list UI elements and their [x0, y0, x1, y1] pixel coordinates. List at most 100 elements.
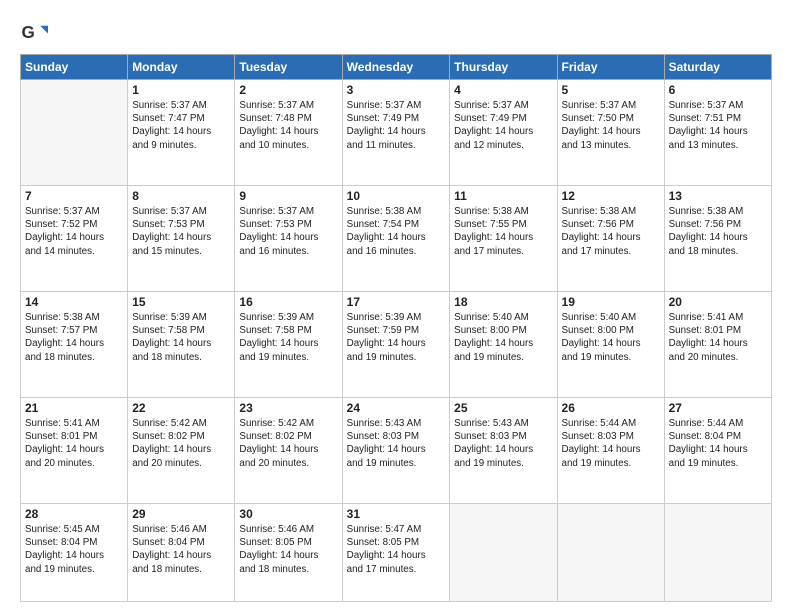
- day-number: 17: [347, 295, 446, 309]
- calendar-cell: 10 Sunrise: 5:38 AMSunset: 7:54 PMDayligh…: [342, 185, 450, 291]
- calendar-cell: 18 Sunrise: 5:40 AMSunset: 8:00 PMDayligh…: [450, 291, 557, 397]
- cell-info: Sunrise: 5:37 AMSunset: 7:49 PMDaylight:…: [454, 99, 552, 152]
- day-number: 5: [562, 83, 660, 97]
- day-number: 18: [454, 295, 552, 309]
- calendar-week-row: 7Sunrise: 5:37 AMSunset: 7:52 PMDaylight…: [21, 185, 772, 291]
- calendar-cell: 11 Sunrise: 5:38 AMSunset: 7:55 PMDayligh…: [450, 185, 557, 291]
- calendar-cell: 2Sunrise: 5:37 AMSunset: 7:48 PMDaylight…: [235, 80, 342, 186]
- day-number: 16: [239, 295, 337, 309]
- day-number: 27: [669, 401, 767, 415]
- logo: G: [20, 18, 52, 46]
- day-header-wednesday: Wednesday: [342, 55, 450, 80]
- calendar-cell: 12 Sunrise: 5:38 AMSunset: 7:56 PMDayligh…: [557, 185, 664, 291]
- day-header-thursday: Thursday: [450, 55, 557, 80]
- day-number: 20: [669, 295, 767, 309]
- cell-info: Sunrise: 5:37 AMSunset: 7:50 PMDaylight:…: [562, 99, 660, 152]
- cell-info: Sunrise: 5:43 AMSunset: 8:03 PMDaylight:…: [454, 417, 552, 470]
- day-number: 14: [25, 295, 123, 309]
- day-number: 9: [239, 189, 337, 203]
- day-header-sunday: Sunday: [21, 55, 128, 80]
- calendar-header-row: SundayMondayTuesdayWednesdayThursdayFrid…: [21, 55, 772, 80]
- cell-info: Sunrise: 5:37 AMSunset: 7:49 PMDaylight:…: [347, 99, 446, 152]
- cell-info: Sunrise: 5:42 AMSunset: 8:02 PMDaylight:…: [239, 417, 337, 470]
- day-number: 6: [669, 83, 767, 97]
- calendar-cell: 3 Sunrise: 5:37 AMSunset: 7:49 PMDaylight…: [342, 80, 450, 186]
- day-number: 4: [454, 83, 552, 97]
- cell-info: Sunrise: 5:44 AMSunset: 8:04 PMDaylight:…: [669, 417, 767, 470]
- cell-info: Sunrise: 5:37 AMSunset: 7:48 PMDaylight:…: [239, 99, 337, 152]
- day-header-tuesday: Tuesday: [235, 55, 342, 80]
- cell-info: Sunrise: 5:43 AMSunset: 8:03 PMDaylight:…: [347, 417, 446, 470]
- cell-info: Sunrise: 5:39 AMSunset: 7:58 PMDaylight:…: [239, 311, 337, 364]
- calendar-cell: [664, 503, 771, 601]
- cell-info: Sunrise: 5:44 AMSunset: 8:03 PMDaylight:…: [562, 417, 660, 470]
- calendar-cell: 20 Sunrise: 5:41 AMSunset: 8:01 PMDayligh…: [664, 291, 771, 397]
- cell-info: Sunrise: 5:46 AMSunset: 8:05 PMDaylight:…: [239, 523, 337, 576]
- day-number: 7: [25, 189, 123, 203]
- calendar-cell: 27 Sunrise: 5:44 AMSunset: 8:04 PMDayligh…: [664, 397, 771, 503]
- cell-info: Sunrise: 5:41 AMSunset: 8:01 PMDaylight:…: [25, 417, 123, 470]
- cell-info: Sunrise: 5:41 AMSunset: 8:01 PMDaylight:…: [669, 311, 767, 364]
- header: G: [20, 18, 772, 46]
- cell-info: Sunrise: 5:38 AMSunset: 7:55 PMDaylight:…: [454, 205, 552, 258]
- cell-info: Sunrise: 5:37 AMSunset: 7:53 PMDaylight:…: [132, 205, 230, 258]
- calendar-cell: 25 Sunrise: 5:43 AMSunset: 8:03 PMDayligh…: [450, 397, 557, 503]
- calendar-cell: 6 Sunrise: 5:37 AMSunset: 7:51 PMDaylight…: [664, 80, 771, 186]
- calendar-cell: [450, 503, 557, 601]
- day-number: 3: [347, 83, 446, 97]
- calendar-cell: 14 Sunrise: 5:38 AMSunset: 7:57 PMDayligh…: [21, 291, 128, 397]
- day-number: 10: [347, 189, 446, 203]
- cell-info: Sunrise: 5:39 AMSunset: 7:58 PMDaylight:…: [132, 311, 230, 364]
- calendar-week-row: 1 Sunrise: 5:37 AMSunset: 7:47 PMDaylight…: [21, 80, 772, 186]
- day-number: 26: [562, 401, 660, 415]
- calendar-week-row: 21Sunrise: 5:41 AMSunset: 8:01 PMDayligh…: [21, 397, 772, 503]
- calendar-cell: 15 Sunrise: 5:39 AMSunset: 7:58 PMDayligh…: [128, 291, 235, 397]
- calendar-cell: 26 Sunrise: 5:44 AMSunset: 8:03 PMDayligh…: [557, 397, 664, 503]
- calendar-week-row: 28 Sunrise: 5:45 AMSunset: 8:04 PMDayligh…: [21, 503, 772, 601]
- day-number: 25: [454, 401, 552, 415]
- calendar-cell: 31Sunrise: 5:47 AMSunset: 8:05 PMDayligh…: [342, 503, 450, 601]
- day-number: 24: [347, 401, 446, 415]
- calendar-cell: 23 Sunrise: 5:42 AMSunset: 8:02 PMDayligh…: [235, 397, 342, 503]
- cell-info: Sunrise: 5:38 AMSunset: 7:54 PMDaylight:…: [347, 205, 446, 258]
- calendar-page: G SundayMondayTuesdayWednesdayThursdayFr…: [0, 0, 792, 612]
- calendar-cell: 24 Sunrise: 5:43 AMSunset: 8:03 PMDayligh…: [342, 397, 450, 503]
- calendar-cell: 1 Sunrise: 5:37 AMSunset: 7:47 PMDaylight…: [128, 80, 235, 186]
- cell-info: Sunrise: 5:37 AMSunset: 7:53 PMDaylight:…: [239, 205, 337, 258]
- cell-info: Sunrise: 5:46 AMSunset: 8:04 PMDaylight:…: [132, 523, 230, 576]
- calendar-cell: 9 Sunrise: 5:37 AMSunset: 7:53 PMDaylight…: [235, 185, 342, 291]
- day-number: 1: [132, 83, 230, 97]
- calendar-cell: 4 Sunrise: 5:37 AMSunset: 7:49 PMDaylight…: [450, 80, 557, 186]
- calendar-cell: [557, 503, 664, 601]
- day-header-friday: Friday: [557, 55, 664, 80]
- calendar-cell: [21, 80, 128, 186]
- calendar-cell: 28 Sunrise: 5:45 AMSunset: 8:04 PMDayligh…: [21, 503, 128, 601]
- cell-info: Sunrise: 5:37 AMSunset: 7:51 PMDaylight:…: [669, 99, 767, 152]
- calendar-cell: 21Sunrise: 5:41 AMSunset: 8:01 PMDayligh…: [21, 397, 128, 503]
- cell-info: Sunrise: 5:42 AMSunset: 8:02 PMDaylight:…: [132, 417, 230, 470]
- calendar-table: SundayMondayTuesdayWednesdayThursdayFrid…: [20, 54, 772, 602]
- day-number: 19: [562, 295, 660, 309]
- day-number: 28: [25, 507, 123, 521]
- cell-info: Sunrise: 5:45 AMSunset: 8:04 PMDaylight:…: [25, 523, 123, 576]
- calendar-cell: 29 Sunrise: 5:46 AMSunset: 8:04 PMDayligh…: [128, 503, 235, 601]
- cell-info: Sunrise: 5:37 AMSunset: 7:47 PMDaylight:…: [132, 99, 230, 152]
- day-number: 12: [562, 189, 660, 203]
- calendar-cell: 22Sunrise: 5:42 AMSunset: 8:02 PMDayligh…: [128, 397, 235, 503]
- cell-info: Sunrise: 5:38 AMSunset: 7:57 PMDaylight:…: [25, 311, 123, 364]
- cell-info: Sunrise: 5:40 AMSunset: 8:00 PMDaylight:…: [562, 311, 660, 364]
- svg-text:G: G: [22, 23, 35, 42]
- day-number: 15: [132, 295, 230, 309]
- day-number: 30: [239, 507, 337, 521]
- cell-info: Sunrise: 5:40 AMSunset: 8:00 PMDaylight:…: [454, 311, 552, 364]
- cell-info: Sunrise: 5:47 AMSunset: 8:05 PMDaylight:…: [347, 523, 446, 576]
- calendar-cell: 5 Sunrise: 5:37 AMSunset: 7:50 PMDaylight…: [557, 80, 664, 186]
- day-number: 23: [239, 401, 337, 415]
- day-number: 11: [454, 189, 552, 203]
- calendar-cell: 8Sunrise: 5:37 AMSunset: 7:53 PMDaylight…: [128, 185, 235, 291]
- cell-info: Sunrise: 5:38 AMSunset: 7:56 PMDaylight:…: [562, 205, 660, 258]
- day-number: 29: [132, 507, 230, 521]
- calendar-cell: 17Sunrise: 5:39 AMSunset: 7:59 PMDayligh…: [342, 291, 450, 397]
- calendar-cell: 16 Sunrise: 5:39 AMSunset: 7:58 PMDayligh…: [235, 291, 342, 397]
- day-header-saturday: Saturday: [664, 55, 771, 80]
